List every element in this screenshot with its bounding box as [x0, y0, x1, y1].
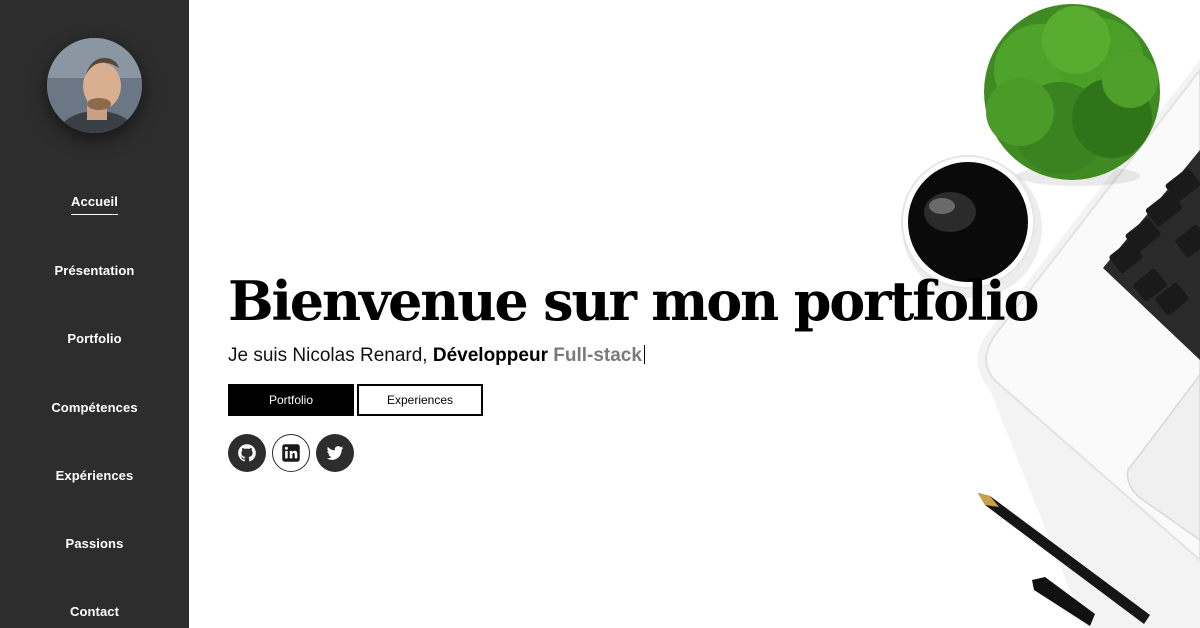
- nav-item-passions[interactable]: Passions: [0, 536, 189, 551]
- github-link[interactable]: [228, 434, 266, 472]
- github-icon: [238, 444, 256, 462]
- nav-item-competences[interactable]: Compétences: [0, 400, 189, 415]
- nav-item-presentation[interactable]: Présentation: [0, 263, 189, 278]
- hero-role: Développeur: [432, 345, 548, 366]
- sidebar: Accueil Présentation Portfolio Compétenc…: [0, 0, 189, 628]
- hero-subtitle: Je suis Nicolas Renard, Développeur Full…: [228, 344, 645, 368]
- typing-cursor: [643, 345, 645, 364]
- hero-stack: Full-stack: [553, 345, 642, 366]
- profile-photo-icon: [47, 38, 142, 133]
- laptop-icon: [977, 60, 1200, 628]
- plant-icon: [984, 4, 1160, 186]
- pen-icon: [978, 493, 1150, 626]
- twitter-icon: [326, 446, 344, 460]
- linkedin-link[interactable]: [272, 434, 310, 472]
- hero-intro: Je suis Nicolas Renard,: [228, 345, 433, 366]
- experiences-button[interactable]: Experiences: [357, 384, 483, 416]
- linkedin-icon: [282, 444, 300, 462]
- nav-item-contact[interactable]: Contact: [0, 604, 189, 619]
- nav-item-experiences[interactable]: Expériences: [0, 468, 189, 483]
- nav-item-accueil[interactable]: Accueil: [0, 194, 189, 215]
- portfolio-button[interactable]: Portfolio: [228, 384, 354, 416]
- hero-title: Bienvenue sur mon portfolio: [228, 269, 1040, 333]
- avatar[interactable]: [47, 38, 142, 133]
- nav-item-portfolio[interactable]: Portfolio: [0, 331, 189, 346]
- twitter-link[interactable]: [316, 434, 354, 472]
